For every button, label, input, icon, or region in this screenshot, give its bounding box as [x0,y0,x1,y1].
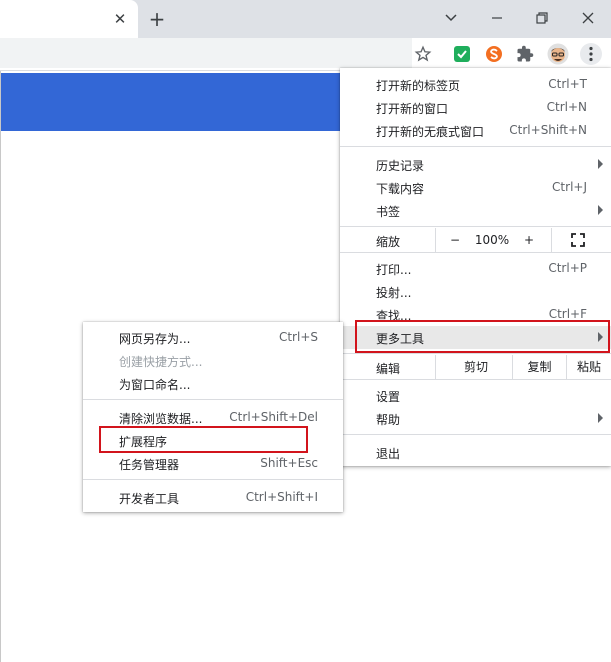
menu-shortcut: Ctrl+Shift+Del [229,410,318,424]
menu-label: 书签 [376,205,401,219]
menu-label: 任务管理器 [119,458,180,472]
edit-label: 编辑 [376,362,401,376]
menu-item-cast[interactable]: 投射... [340,280,611,303]
menu-item-downloads[interactable]: 下载内容 Ctrl+J [340,176,611,199]
menu-separator [340,252,611,253]
menu-shortcut: Ctrl+T [548,77,587,91]
zoom-label: 缩放 [376,235,401,249]
extensions-button[interactable] [514,43,536,65]
address-bar[interactable] [0,38,412,68]
menu-item-help[interactable]: 帮助 [340,407,611,430]
star-icon [414,45,432,62]
submenu-arrow-icon [598,159,603,169]
menu-separator [83,399,343,400]
menu-separator [340,226,611,227]
menu-shortcut: Ctrl+P [548,261,587,275]
menu-item-history[interactable]: 历史记录 [340,153,611,176]
page-left-border [0,71,1,662]
minimize-icon [492,17,502,19]
minimize-button[interactable] [484,6,510,30]
menu-shortcut: Ctrl+Shift+I [245,490,318,504]
green-extension-icon [454,46,470,62]
submenu-item-dev-tools[interactable]: 开发者工具 Ctrl+Shift+I [83,486,343,509]
menu-item-settings[interactable]: 设置 [340,384,611,407]
chevron-down-icon [445,14,457,22]
menu-shortcut: Ctrl+N [546,100,587,114]
paste-button[interactable]: 粘贴 [567,356,611,378]
menu-label: 帮助 [376,413,401,427]
more-tools-highlight [355,320,610,353]
profile-avatar-button[interactable] [547,43,569,65]
menu-separator [340,434,611,435]
new-tab-button[interactable]: + [146,8,168,30]
restore-icon [536,12,548,24]
edit-divider [435,355,436,379]
puzzle-icon [517,45,534,62]
menu-shortcut: Ctrl+F [548,307,587,321]
menu-shortcut: Shift+Esc [260,456,318,470]
tab-close-icon[interactable]: ✕ [110,9,130,29]
menu-label: 开发者工具 [119,492,180,506]
extensions-highlight [99,426,308,453]
avatar [547,43,569,65]
menu-label: 为窗口命名... [119,378,191,392]
tab-search-button[interactable] [438,6,464,30]
zoom-out-button[interactable]: − [444,229,466,251]
menu-item-exit[interactable]: 退出 [340,441,611,464]
menu-label: 打开新的标签页 [376,79,461,93]
page-banner [0,73,340,131]
submenu-item-save-page[interactable]: 网页另存为... Ctrl+S [83,326,343,349]
menu-item-print[interactable]: 打印... Ctrl+P [340,257,611,280]
chrome-main-menu: 打开新的标签页 Ctrl+T 打开新的窗口 Ctrl+N 打开新的无痕式窗口 C… [340,68,611,466]
menu-label: 打印... [376,263,412,277]
zoom-value: 100% [474,233,510,247]
menu-label: 退出 [376,447,401,461]
menu-item-bookmarks[interactable]: 书签 [340,199,611,222]
menu-label: 设置 [376,390,401,404]
cut-button[interactable]: 剪切 [440,356,512,378]
restore-button[interactable] [529,6,555,30]
menu-label: 打开新的无痕式窗口 [376,125,485,139]
submenu-arrow-icon [598,205,603,215]
menu-label: 下载内容 [376,182,425,196]
menu-shortcut: Ctrl+J [552,180,587,194]
menu-label: 创建快捷方式... [119,355,203,369]
close-icon [582,12,594,24]
menu-item-incognito[interactable]: 打开新的无痕式窗口 Ctrl+Shift+N [340,119,611,142]
window-close-button[interactable] [575,6,601,30]
submenu-arrow-icon [598,413,603,423]
menu-shortcut: Ctrl+Shift+N [509,123,587,137]
more-tools-submenu: 网页另存为... Ctrl+S 创建快捷方式... 为窗口命名... 清除浏览数… [83,322,343,512]
zoom-divider [435,228,436,252]
extension-green-button[interactable] [451,43,473,65]
menu-label: 网页另存为... [119,332,191,346]
active-tab[interactable]: ✕ [0,0,138,38]
menu-separator [340,146,611,147]
menu-label: 历史记录 [376,159,425,173]
zoom-in-button[interactable]: + [518,229,540,251]
menu-label: 打开新的窗口 [376,102,449,116]
submenu-item-name-window[interactable]: 为窗口命名... [83,372,343,395]
bookmark-star-button[interactable] [412,43,434,65]
zoom-divider [551,228,552,252]
menu-zoom-row: 缩放 − 100% + [340,228,611,252]
menu-edit-row: 编辑 剪切 复制 粘贴 [340,355,611,379]
submenu-item-create-shortcut: 创建快捷方式... [83,349,343,372]
menu-item-new-window[interactable]: 打开新的窗口 Ctrl+N [340,96,611,119]
menu-separator [83,479,343,480]
copy-button[interactable]: 复制 [513,356,566,378]
menu-separator [340,379,611,380]
fullscreen-icon [571,233,585,247]
menu-shortcut: Ctrl+S [278,330,318,344]
menu-label: 清除浏览数据... [119,412,203,426]
extension-orange-button[interactable] [483,43,505,65]
submenu-item-task-manager[interactable]: 任务管理器 Shift+Esc [83,452,343,475]
menu-separator [340,353,611,354]
menu-item-new-tab[interactable]: 打开新的标签页 Ctrl+T [340,73,611,96]
chrome-menu-button[interactable] [580,43,602,65]
menu-label: 投射... [376,286,412,300]
more-vert-icon [580,43,602,65]
fullscreen-button[interactable] [571,233,585,247]
orange-s-icon [486,46,502,62]
